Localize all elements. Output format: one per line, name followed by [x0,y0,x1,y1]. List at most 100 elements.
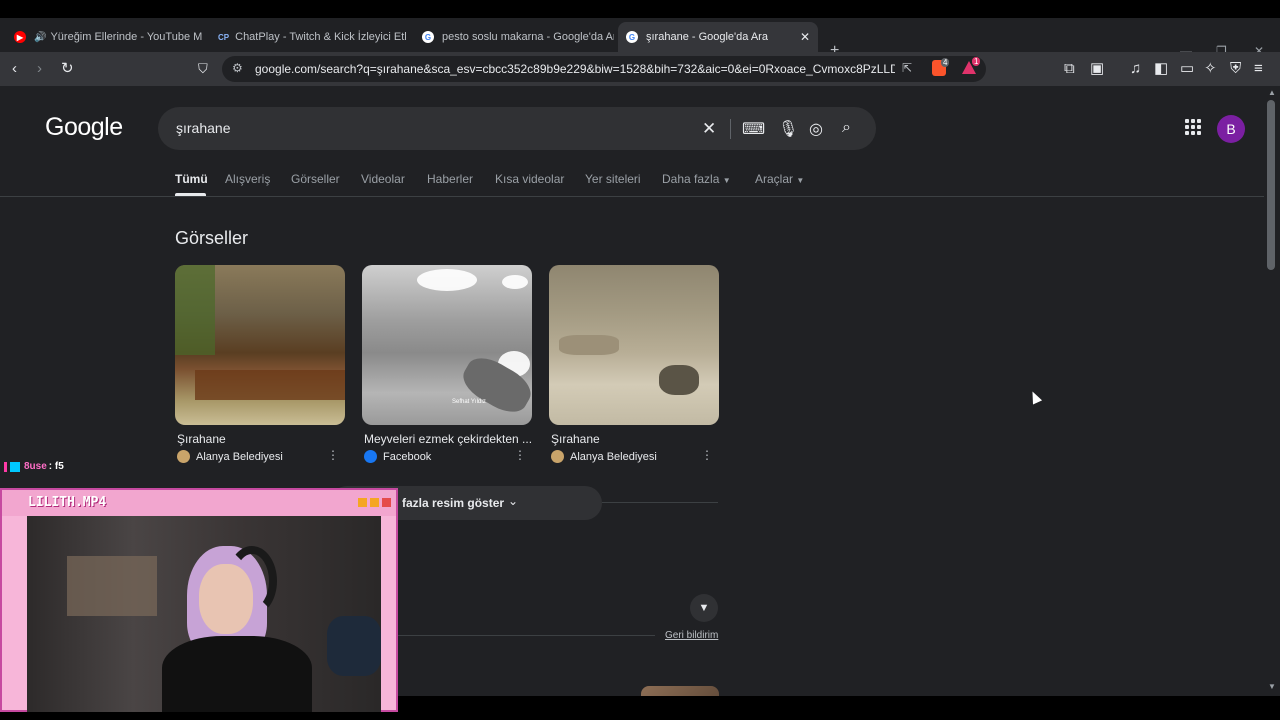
maximize-icon [370,498,379,507]
search-divider [730,119,731,139]
keyboard-icon[interactable]: ⌨ [742,119,765,139]
shields-count-badge: 4 [941,58,950,67]
image-title[interactable]: Şırahane [177,432,345,446]
screen-top-bar [0,0,1280,18]
chatplay-icon: CP [218,32,230,42]
tab-places[interactable]: Yer siteleri [585,172,641,186]
caret-down-icon: ▼ [722,176,731,185]
image-result[interactable]: Şırahane Alanya Belediyesi ⋮ [175,265,345,463]
tab-shopping[interactable]: Alışveriş [225,172,270,186]
clear-icon[interactable]: ✕ [702,119,716,139]
rewards-count-badge: 1 [972,57,981,66]
tab-strip: ▶ 🔊 Yüreğim Ellerinde - YouTube Mus CP C… [0,18,1280,59]
menu-icon[interactable]: ≡ [1254,60,1263,78]
webcam-title-bar: LILITH.MP4 [2,490,396,516]
sidebar-icon[interactable]: ◧ [1154,60,1168,78]
tab-news[interactable]: Haberler [427,172,473,186]
close-icon [382,498,391,507]
search-icon[interactable]: ⌕ [842,119,851,137]
tab-all[interactable]: Tümü [175,172,208,186]
leo-ai-icon[interactable]: ✧ [1204,60,1217,78]
section-divider [602,502,718,503]
image-title[interactable]: Şırahane [551,432,719,446]
tab-more-label: Daha fazla [662,172,720,186]
image-source[interactable]: Alanya Belediyesi [551,450,657,463]
youtube-icon: ▶ [14,31,26,43]
tab-chatplay[interactable]: CP ChatPlay - Twitch & Kick İzleyici Etk… [210,22,406,52]
reload-icon[interactable]: ↻ [61,60,74,78]
tab-google-pesto[interactable]: G pesto soslu makarna - Google'da Ara [414,22,614,52]
feedback-link[interactable]: Geri bildirim [665,630,718,641]
image-result[interactable]: Sefhat Yıldız Meyveleri ezmek çekirdekte… [362,265,532,463]
tab-title: ChatPlay - Twitch & Kick İzleyici Etkile [235,31,406,43]
chat-username: 8use [24,461,47,472]
tab-google-sirahane[interactable]: G şırahane - Google'da Ara ✕ [618,22,818,52]
wallet-icon[interactable]: ▭ [1180,60,1194,78]
site-info-icon[interactable]: ⚙ [232,61,243,75]
expand-chevron-button[interactable]: ▼ [690,594,718,622]
screenshot-icon[interactable]: ▣ [1090,60,1104,78]
share-icon[interactable]: ⇱ [902,61,912,75]
search-input[interactable]: şırahane [176,120,230,136]
scroll-up-icon[interactable]: ▲ [1268,88,1276,97]
user-badge-icon [10,461,20,472]
webcam-video [27,516,381,712]
tab-tools-label: Araçlar [755,172,794,186]
scrollbar-thumb[interactable] [1267,100,1275,270]
browser-toolbar: ‹ › ↻ ⛉ ⚙ google.com/search?q=şırahane&s… [0,52,1280,86]
image-source[interactable]: Alanya Belediyesi [177,450,283,463]
avatar[interactable]: B [1217,115,1245,143]
address-bar[interactable]: ⚙ google.com/search?q=şırahane&sca_esv=c… [222,56,986,82]
tab-tools[interactable]: Araçlar ▼ [755,172,804,186]
minimize-icon [358,498,367,507]
scroll-down-icon[interactable]: ▼ [1268,682,1276,691]
page-scrollbar[interactable]: ▲ ▼ [1264,86,1280,696]
google-icon: G [422,31,434,43]
chevron-down-icon: ⌄ [508,494,519,508]
source-name: Alanya Belediyesi [196,450,283,463]
image-title[interactable]: Meyveleri ezmek çekirdekten ... [364,432,532,446]
vpn-icon[interactable]: ⛨ [1230,60,1241,78]
watermark-text: Sefhat Yıldız [452,399,486,405]
apps-grid-icon[interactable] [1185,119,1201,135]
tab-images[interactable]: Görseller [291,172,340,186]
images-section-title: Görseller [175,228,249,248]
image-thumbnail[interactable] [549,265,719,425]
webcam-overlay: LILITH.MP4 [0,488,398,712]
microphone-icon[interactable]: 🎙 [778,119,798,139]
tab-title: Yüreğim Ellerinde - YouTube Mus [50,31,202,43]
close-tab-icon[interactable]: ✕ [800,30,810,44]
image-thumbnail[interactable] [175,265,345,425]
alanya-logo-icon [177,450,190,463]
chat-color-bar [4,461,7,472]
tab-short-videos[interactable]: Kısa videolar [495,172,564,186]
google-logo[interactable]: Google [45,113,123,142]
extensions-icon[interactable]: ⧉ [1064,60,1075,78]
tab-videos[interactable]: Videolar [361,172,405,186]
facebook-icon [364,450,377,463]
tab-more[interactable]: Daha fazla ▼ [662,172,731,186]
source-name: Facebook [383,450,432,463]
more-options-icon[interactable]: ⋮ [327,448,339,462]
tab-title: pesto soslu makarna - Google'da Ara [442,31,614,43]
section-divider [395,635,655,636]
more-options-icon[interactable]: ⋮ [701,448,713,462]
tab-youtube-music[interactable]: ▶ 🔊 Yüreğim Ellerinde - YouTube Mus [6,22,202,52]
image-thumbnail[interactable]: Sefhat Yıldız [362,265,532,425]
image-result[interactable]: Şırahane Alanya Belediyesi ⋮ [549,265,719,463]
speaker-icon[interactable]: 🔊 [34,32,46,43]
alanya-logo-icon [551,450,564,463]
image-source[interactable]: Facebook [364,450,431,463]
forward-icon[interactable]: › [37,60,42,78]
tab-title: şırahane - Google'da Ara [646,31,768,43]
caret-down-icon: ▼ [796,176,805,185]
music-icon[interactable]: ♫ [1130,60,1141,78]
more-options-icon[interactable]: ⋮ [514,448,526,462]
chat-message: 8use : f5 [4,461,64,472]
back-icon[interactable]: ‹ [12,60,17,78]
bookmark-icon[interactable]: ⛉ [198,60,208,78]
header-divider [0,196,1264,197]
url-text[interactable]: google.com/search?q=şırahane&sca_esv=cbc… [255,62,895,76]
lens-icon[interactable]: ◎ [809,119,823,139]
search-box[interactable]: şırahane ✕ ⌨ 🎙 ◎ ⌕ [158,107,876,150]
